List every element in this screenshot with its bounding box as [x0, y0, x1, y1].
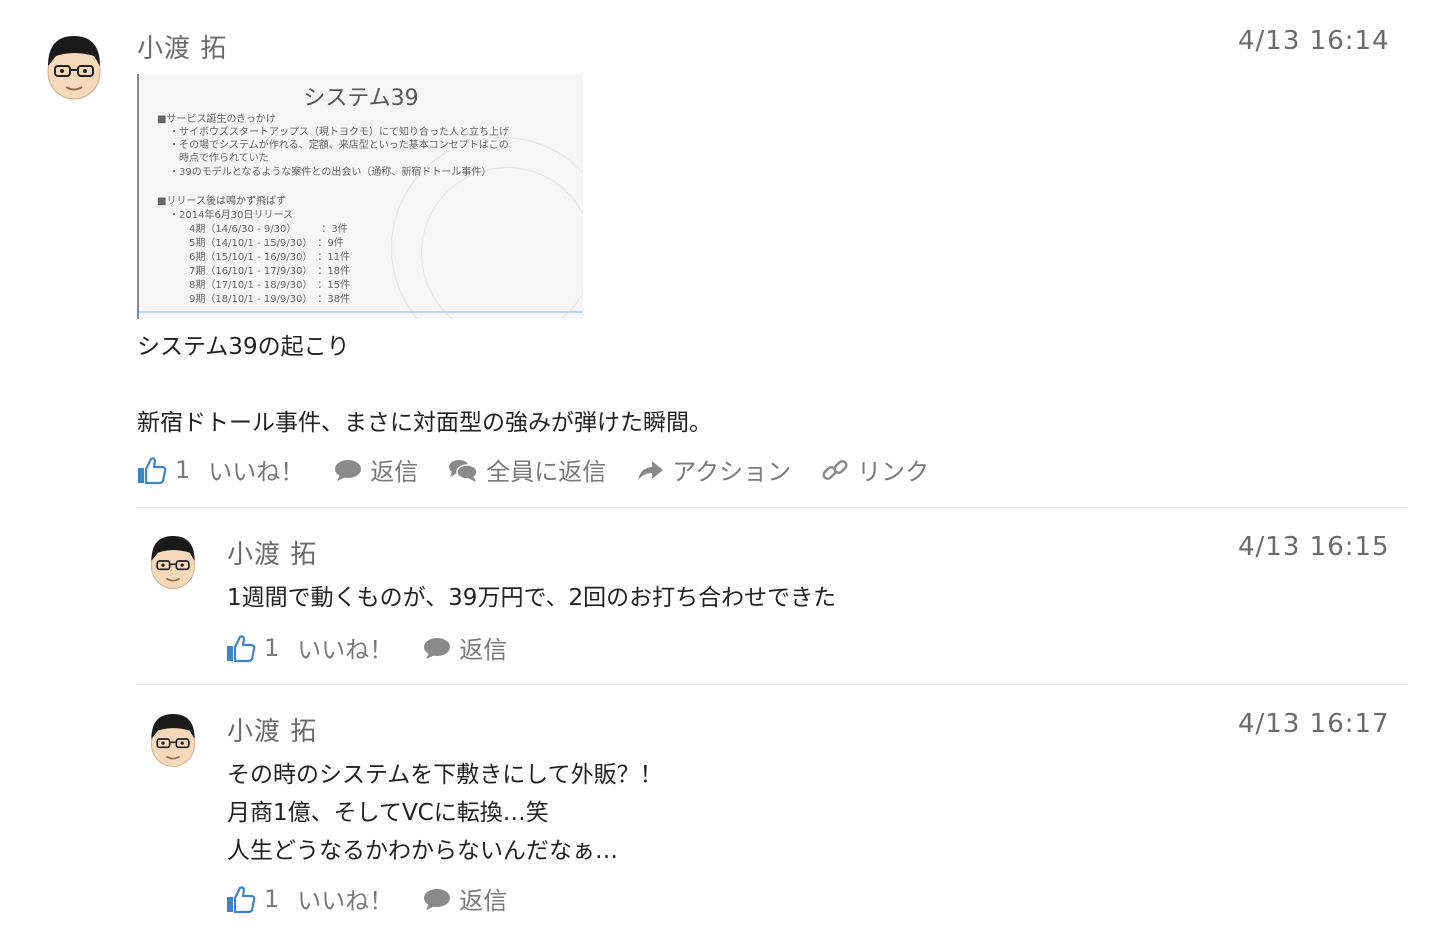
slide-line: ・39のモデルとなるような案件との出会い（通称、新宿ドトール事件）: [169, 167, 492, 178]
slide-title: システム39: [303, 86, 419, 111]
post-timestamp: 4/13 16:17: [1238, 709, 1390, 739]
thumbs-up-icon: [227, 885, 256, 913]
post-body: 1週間で動くものが、39万円で、2回のお打ち合わせできた: [227, 579, 836, 617]
reply-button[interactable]: 返信: [423, 881, 507, 916]
divider: [137, 507, 1408, 508]
slide-line: ■リリース後は鳴かず飛ばず: [157, 196, 286, 207]
slide-line: 8期（17/10/1 - 18/9/30） ：15件: [189, 280, 351, 291]
user-avatar-icon[interactable]: [148, 710, 198, 768]
action-label: アクション: [672, 458, 792, 486]
post-text-line: 人生どうなるかわからないんだなぁ…: [227, 838, 618, 864]
thumbs-up-icon: [227, 634, 256, 662]
link-label: リンク: [857, 458, 930, 486]
like-label: いいね！: [297, 636, 394, 664]
thumbs-up-icon: [138, 456, 167, 484]
slide-line: 9期（18/10/1 - 19/9/30） ：38件: [189, 294, 351, 305]
slide-line: 6期（15/10/1 - 16/9/30） ：11件: [189, 252, 351, 263]
speech-bubbles-icon: [449, 459, 479, 482]
like-count: 1: [264, 633, 280, 662]
user-avatar-icon[interactable]: [44, 32, 104, 100]
post-timestamp: 4/13 16:15: [1238, 532, 1390, 562]
like-label: いいね！: [297, 887, 394, 915]
reply-all-label: 全員に返信: [486, 458, 607, 486]
slide-line: 時点で作られていた: [169, 153, 269, 164]
slide-line: 7期（16/10/1 - 17/9/30） ：18件: [189, 266, 351, 277]
post-body: システム39の起こり 新宿ドトール事件、まさに対面型の強みが弾けた瞬間。: [137, 328, 712, 442]
post-text-line: システム39の起こり: [137, 334, 350, 360]
slide-line: 4期（14/6/30 - 9/30） ：3件: [189, 224, 348, 235]
post-text-line: その時のシステムを下敷きにして外販？！: [227, 762, 663, 788]
speech-bubble-icon: [424, 637, 451, 659]
like-button[interactable]: 1 いいね！: [226, 881, 393, 916]
slide-footer-bar: [139, 311, 583, 313]
attachment-image[interactable]: システム39 ■サービス誕生のきっかけ ・サイボウズスタートアップス（現トヨクモ…: [137, 74, 583, 319]
reply-label: 返信: [459, 887, 508, 915]
post-body: その時のシステムを下敷きにして外販？！ 月商1億、そしてVCに転換…笑 人生どう…: [227, 756, 663, 870]
like-count: 1: [175, 455, 191, 484]
like-label: いいね！: [208, 458, 305, 486]
divider: [137, 684, 1408, 685]
author-name[interactable]: 小渡 拓: [137, 28, 227, 65]
speech-bubble-icon: [424, 888, 451, 910]
reply-label: 返信: [459, 636, 508, 664]
reply-button[interactable]: 返信: [423, 630, 507, 665]
post-timestamp: 4/13 16:14: [1238, 26, 1390, 56]
post-text-line: 月商1億、そしてVCに転換…笑: [227, 800, 549, 826]
speech-bubble-icon: [335, 459, 362, 481]
author-name[interactable]: 小渡 拓: [227, 534, 317, 571]
reply-all-button[interactable]: 全員に返信: [448, 452, 606, 487]
reply-button[interactable]: 返信: [334, 452, 418, 487]
post-actions: 1 いいね！ 返信: [226, 630, 537, 665]
post-actions: 1 いいね！ 返信 全員に返信 アクション リンク: [137, 452, 959, 487]
like-count: 1: [264, 884, 280, 913]
action-button[interactable]: アクション: [636, 452, 791, 487]
post-text-line: [137, 366, 712, 404]
post-text-line: 1週間で動くものが、39万円で、2回のお打ち合わせできた: [227, 585, 837, 611]
slide-line: 5期（14/10/1 - 15/9/30） ：9件: [189, 238, 344, 249]
link-button[interactable]: リンク: [821, 452, 929, 487]
like-button[interactable]: 1 いいね！: [226, 630, 393, 665]
post-actions: 1 いいね！ 返信: [226, 881, 537, 916]
post-text-line: 新宿ドトール事件、まさに対面型の強みが弾けた瞬間。: [137, 410, 712, 436]
share-arrow-icon: [638, 460, 664, 480]
link-icon: [822, 459, 848, 480]
author-name[interactable]: 小渡 拓: [227, 711, 317, 748]
slide-line: ・2014年6月30日リリース: [169, 210, 294, 221]
reply-label: 返信: [370, 458, 419, 486]
like-button[interactable]: 1 いいね！: [137, 452, 304, 487]
user-avatar-icon[interactable]: [148, 532, 198, 590]
